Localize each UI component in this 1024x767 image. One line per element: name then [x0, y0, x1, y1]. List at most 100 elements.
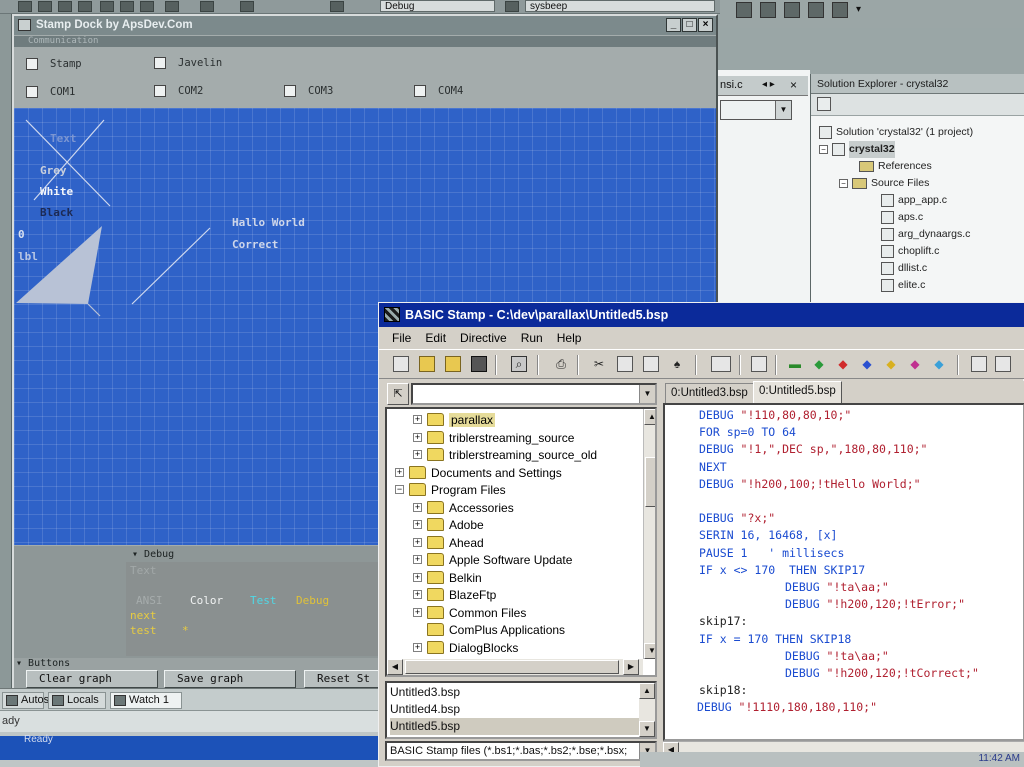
start-debug-icon[interactable] — [330, 1, 344, 12]
maximize-button[interactable]: □ — [682, 18, 697, 32]
paste-icon[interactable] — [643, 356, 659, 372]
scroll-down-icon[interactable]: ▼ — [639, 721, 655, 737]
open-icon[interactable] — [38, 1, 52, 12]
file-node[interactable]: elite.c — [881, 277, 925, 294]
source-files-node[interactable]: − Source Files — [839, 175, 929, 192]
references-node[interactable]: References — [859, 158, 932, 175]
file-filter-combo[interactable]: BASIC Stamp files (*.bs1;*.bas;*.bs2;*.b… — [385, 741, 657, 761]
tree-item[interactable]: + triblerstreaming_source — [413, 429, 574, 446]
bs2pe-icon[interactable]: ◆ — [907, 356, 923, 372]
find-icon[interactable] — [505, 1, 519, 12]
tree-item[interactable]: − Program Files — [395, 481, 506, 498]
expand-icon[interactable]: + — [413, 643, 422, 652]
checkbox-box[interactable] — [284, 85, 296, 97]
checkbox-box[interactable] — [154, 85, 166, 97]
expand-icon[interactable]: + — [413, 415, 422, 424]
expand-icon[interactable]: + — [413, 503, 422, 512]
basic-stamp-titlebar[interactable]: BASIC Stamp - C:\dev\parallax\Untitled5.… — [379, 303, 1024, 327]
file-node[interactable]: arg_dynaargs.c — [881, 226, 970, 243]
tree-item[interactable]: ComPlus Applications — [427, 621, 565, 638]
stamp-dock-titlebar[interactable]: Stamp Dock by ApsDev.Com _ □ × — [14, 16, 716, 35]
code-editor[interactable]: DEBUG "!110,80,80,10;" FOR sp=0 TO 64 DEBU… — [663, 403, 1024, 741]
com4-checkbox[interactable]: COM4 — [414, 85, 463, 97]
solution-explorer-title[interactable]: Solution Explorer - crystal32 — [811, 74, 1024, 94]
tab-untitled5[interactable]: 0:Untitled5.bsp — [753, 381, 842, 403]
checkbox-box[interactable] — [414, 85, 426, 97]
expand-icon[interactable]: + — [413, 433, 422, 442]
tree-item[interactable]: + Common Files — [413, 604, 526, 621]
tree-item[interactable]: + DialogBlocks — [413, 639, 518, 656]
tree-item[interactable]: + Apple Software Update — [413, 551, 572, 568]
reset-stamp-button[interactable]: Reset St — [304, 670, 384, 688]
tab-scroll-icon[interactable]: ◂ ▸ — [762, 76, 775, 94]
memory-map-icon[interactable] — [711, 356, 731, 372]
debug-terminal-icon[interactable] — [995, 356, 1011, 372]
scroll-left-icon[interactable]: ◀ — [387, 659, 403, 675]
javelin-checkbox[interactable]: Javelin — [154, 57, 222, 69]
scroll-down-icon[interactable]: ▼ — [644, 643, 655, 659]
collapse-icon[interactable]: − — [839, 179, 848, 188]
file-list[interactable]: Untitled3.bsp Untitled4.bsp Untitled5.bs… — [385, 681, 657, 739]
close-tab-icon[interactable]: × — [790, 76, 797, 94]
com1-checkbox[interactable]: COM1 — [26, 86, 75, 98]
tab-autos[interactable]: Autos — [2, 692, 49, 709]
menu-edit[interactable]: Edit — [418, 327, 453, 349]
file-node[interactable]: aps.c — [881, 209, 923, 226]
paste-icon[interactable] — [140, 1, 154, 12]
solution-node[interactable]: Solution 'crystal32' (1 project) — [819, 124, 973, 141]
redo-icon[interactable] — [200, 1, 214, 12]
checkbox-box[interactable] — [26, 58, 38, 70]
print-icon[interactable]: ⎙ — [553, 356, 569, 372]
build-config-combo[interactable]: Debug — [380, 0, 495, 12]
file-node[interactable]: app_app.c — [881, 192, 947, 209]
com2-checkbox[interactable]: COM2 — [154, 85, 203, 97]
tree-item[interactable]: + Accessories — [413, 499, 514, 516]
explorer-toggle-icon[interactable]: ⌕ — [511, 356, 527, 372]
collapse-icon[interactable]: − — [395, 485, 404, 494]
cut-icon[interactable]: ✂ — [591, 356, 607, 372]
navigate-icon[interactable] — [240, 1, 254, 12]
open-recent-icon[interactable] — [445, 356, 461, 372]
save-graph-button[interactable]: Save graph — [164, 670, 296, 688]
close-button[interactable]: × — [698, 18, 713, 32]
tree-item-parallax[interactable]: + parallax — [413, 411, 496, 428]
expand-icon[interactable]: + — [413, 573, 422, 582]
file-item[interactable]: Untitled4.bsp — [390, 701, 460, 718]
directory-tree[interactable]: + parallax + triblerstreaming_source + trib… — [385, 407, 657, 677]
scroll-up-icon[interactable]: ▲ — [644, 409, 655, 425]
bs1-icon[interactable]: ▬ — [787, 356, 803, 372]
expand-icon[interactable]: + — [413, 608, 422, 617]
toolbar-overflow-icon[interactable]: ▾ — [856, 4, 861, 15]
file-node[interactable]: dllist.c — [881, 260, 927, 277]
save-icon[interactable] — [471, 356, 487, 372]
bs2e-icon[interactable]: ◆ — [835, 356, 851, 372]
tree-item[interactable]: + BlazeFtp — [413, 586, 496, 603]
menu-help[interactable]: Help — [550, 327, 589, 349]
member-combo[interactable]: ▼ — [720, 100, 792, 120]
new-file-icon[interactable] — [393, 356, 409, 372]
tab-watch-1[interactable]: Watch 1 — [110, 692, 182, 709]
debug-output[interactable]: Text ANSI Color Test Debug next test * — [126, 562, 388, 656]
stamp-checkbox[interactable]: Stamp — [26, 58, 82, 70]
file-node[interactable]: choplift.c — [881, 243, 939, 260]
collapse-icon[interactable]: − — [819, 145, 828, 154]
run-icon[interactable] — [971, 356, 987, 372]
options-icon[interactable] — [832, 2, 848, 18]
drive-combo[interactable]: ▼ — [411, 383, 657, 405]
expand-icon[interactable]: + — [413, 520, 422, 529]
com3-checkbox[interactable]: COM3 — [284, 85, 333, 97]
tree-item[interactable]: + triblerstreaming_source_old — [413, 446, 597, 463]
scroll-thumb[interactable] — [645, 457, 655, 507]
toolbox-icon[interactable] — [784, 2, 800, 18]
directory-up-button[interactable]: ⇱ — [387, 383, 409, 405]
expand-icon[interactable]: + — [413, 555, 422, 564]
clear-graph-button[interactable]: Clear graph — [26, 670, 158, 688]
file-item-selected[interactable]: Untitled5.bsp — [390, 718, 640, 735]
undo-icon[interactable] — [165, 1, 179, 12]
tree-horizontal-scrollbar[interactable]: ◀ ▶ — [387, 659, 643, 675]
expand-icon[interactable]: + — [395, 468, 404, 477]
solution-explorer-icon[interactable] — [736, 2, 752, 18]
chevron-down-icon[interactable]: ▼ — [639, 385, 655, 403]
tab-locals[interactable]: Locals — [48, 692, 106, 709]
menu-run[interactable]: Run — [514, 327, 550, 349]
